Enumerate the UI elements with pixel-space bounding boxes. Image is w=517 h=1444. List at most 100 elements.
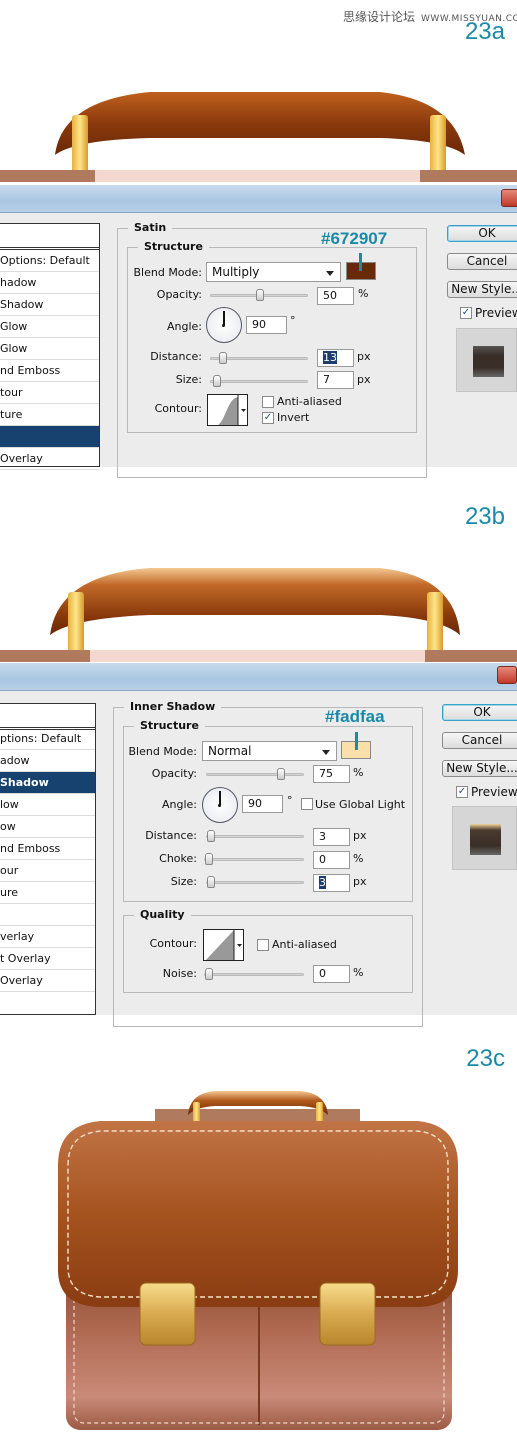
unit: ° xyxy=(287,794,293,807)
ok-button[interactable]: OK xyxy=(442,704,517,721)
list-item[interactable]: Glow xyxy=(0,316,99,338)
cancel-button[interactable]: Cancel xyxy=(442,732,517,749)
contour-linear-icon xyxy=(205,930,242,960)
choke-slider[interactable] xyxy=(204,853,304,865)
size-slider[interactable] xyxy=(210,375,308,387)
watermark-cn: 思缘设计论坛 xyxy=(343,10,416,24)
slider-thumb[interactable] xyxy=(219,352,227,364)
list-item[interactable]: Overlay xyxy=(0,970,95,992)
dialog-titlebar xyxy=(0,663,517,691)
slider-thumb[interactable] xyxy=(205,853,213,865)
handle-illustration-a xyxy=(0,92,517,182)
quality-title: Quality xyxy=(134,908,191,921)
list-item[interactable]: Options: Default xyxy=(0,250,99,272)
list-item[interactable]: nd Emboss xyxy=(0,838,95,860)
list-item[interactable]: hadow xyxy=(0,272,99,294)
color-annotation: #672907 xyxy=(321,229,388,248)
list-item[interactable]: nd Emboss xyxy=(0,360,99,382)
opacity-slider[interactable] xyxy=(210,289,308,301)
noise-slider[interactable] xyxy=(204,968,304,980)
opacity-label: Opacity: xyxy=(151,767,197,780)
blend-mode-select[interactable]: Multiply xyxy=(206,262,341,282)
layer-style-dialog-satin: Options: Default hadow Shadow Glow Glow … xyxy=(0,185,517,478)
structure-title: Structure xyxy=(134,719,205,732)
list-item-blending[interactable] xyxy=(0,704,95,730)
new-style-button[interactable]: New Style... xyxy=(442,760,517,777)
choke-input[interactable]: 0 xyxy=(313,851,350,869)
preview-label: Preview xyxy=(475,306,517,320)
anti-aliased-checkbox[interactable] xyxy=(262,396,274,408)
unit: px xyxy=(357,350,371,363)
angle-input[interactable]: 90 xyxy=(246,316,287,334)
cancel-button[interactable]: Cancel xyxy=(447,253,517,270)
close-button[interactable] xyxy=(501,189,517,207)
angle-label: Angle: xyxy=(161,798,197,811)
list-item[interactable]: Overlay xyxy=(0,448,99,470)
unit: ° xyxy=(290,314,296,327)
contour-picker[interactable] xyxy=(207,394,248,426)
annotation-pointer xyxy=(355,732,358,750)
new-style-button[interactable]: New Style... xyxy=(447,281,517,298)
blend-mode-select[interactable]: Normal xyxy=(202,741,337,761)
structure-title: Structure xyxy=(138,240,209,253)
opacity-input[interactable]: 75 xyxy=(313,765,350,783)
noise-input[interactable]: 0 xyxy=(313,965,350,983)
slider-thumb[interactable] xyxy=(277,768,285,780)
distance-slider[interactable] xyxy=(210,352,308,364)
list-item[interactable]: adow xyxy=(0,750,95,772)
step-label-23c: 23c xyxy=(466,1045,505,1072)
size-input[interactable]: 7 xyxy=(317,371,354,389)
size-slider[interactable] xyxy=(206,876,304,888)
close-button[interactable] xyxy=(497,666,517,684)
list-item[interactable]: Glow xyxy=(0,338,99,360)
distance-label: Distance: xyxy=(145,829,197,842)
contour-label: Contour: xyxy=(154,402,202,415)
list-item[interactable]: verlay xyxy=(0,926,95,948)
angle-dial[interactable] xyxy=(202,787,238,823)
opacity-slider[interactable] xyxy=(206,768,304,780)
list-item[interactable]: ow xyxy=(0,816,95,838)
slider-thumb[interactable] xyxy=(213,375,221,387)
list-item[interactable]: ptions: Default xyxy=(0,728,95,750)
contour-picker[interactable] xyxy=(203,929,244,961)
distance-input[interactable]: 3 xyxy=(313,828,350,846)
slider-thumb[interactable] xyxy=(256,289,264,301)
size-label: Size: xyxy=(175,373,202,386)
list-item-blending[interactable] xyxy=(0,224,99,250)
slider-thumb[interactable] xyxy=(205,968,213,980)
anti-aliased-label: Anti-aliased xyxy=(272,938,337,951)
unit: px xyxy=(353,829,367,842)
list-item-selected[interactable]: Shadow xyxy=(0,772,95,794)
list-item[interactable]: low xyxy=(0,794,95,816)
use-global-light-label: Use Global Light xyxy=(315,798,406,811)
section-title: Satin xyxy=(128,221,173,234)
opacity-input[interactable]: 50 xyxy=(317,287,354,305)
use-global-light-checkbox[interactable] xyxy=(301,798,313,810)
ok-button[interactable]: OK xyxy=(447,225,517,242)
angle-input[interactable]: 90 xyxy=(242,795,283,813)
opacity-label: Opacity: xyxy=(156,288,202,301)
quality-group: Quality xyxy=(123,908,413,993)
invert-checkbox[interactable]: ✓ xyxy=(262,412,274,424)
preview-checkbox[interactable]: ✓ xyxy=(460,307,472,319)
distance-input[interactable]: 13 xyxy=(317,349,354,367)
list-item[interactable]: Shadow xyxy=(0,294,99,316)
preview-checkbox[interactable]: ✓ xyxy=(456,786,468,798)
list-item[interactable]: tour xyxy=(0,382,99,404)
slider-thumb[interactable] xyxy=(207,876,215,888)
size-input[interactable]: 3 xyxy=(313,874,350,892)
list-item[interactable]: our xyxy=(0,860,95,882)
distance-slider[interactable] xyxy=(206,830,304,842)
list-item[interactable]: ture xyxy=(0,404,99,426)
list-item[interactable]: t Overlay xyxy=(0,948,95,970)
unit: % xyxy=(358,287,369,300)
annotation-pointer xyxy=(359,253,362,271)
distance-label: Distance: xyxy=(150,350,202,363)
anti-aliased-checkbox[interactable] xyxy=(257,939,269,951)
angle-dial[interactable] xyxy=(206,307,242,343)
list-item[interactable]: ure xyxy=(0,882,95,904)
slider-thumb[interactable] xyxy=(207,830,215,842)
list-item-selected[interactable] xyxy=(0,426,99,448)
list-item[interactable] xyxy=(0,904,95,926)
blend-mode-label: Blend Mode: xyxy=(133,266,203,279)
